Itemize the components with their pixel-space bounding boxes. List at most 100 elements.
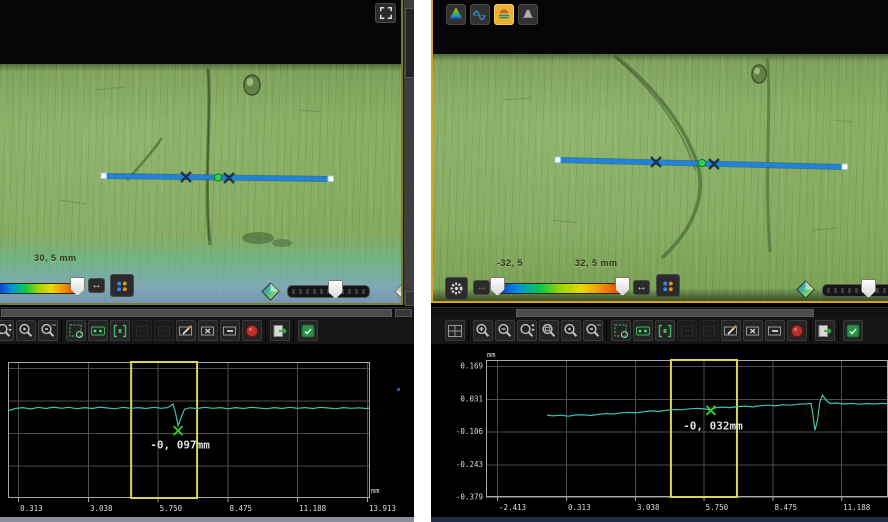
profile-image-button[interactable] <box>88 320 108 341</box>
wave-icon <box>472 5 488 24</box>
toolbar-left <box>0 317 414 345</box>
bell-icon <box>520 5 536 24</box>
region-edit-button[interactable] <box>176 320 196 341</box>
flatten-button[interactable] <box>394 282 403 301</box>
window-edge <box>0 517 414 522</box>
zoom-in-button[interactable] <box>473 320 493 341</box>
toolbar-separator <box>263 319 269 342</box>
line-center-point[interactable] <box>214 174 221 181</box>
profile-chart-right: -2.4130.3133.0385.7508.47511.1880.1690.0… <box>431 345 888 522</box>
fit-range-button[interactable]: ↔ <box>633 280 650 295</box>
expand-icon <box>379 6 393 20</box>
fit-range-button[interactable]: ↔ <box>88 278 105 293</box>
surface-smudge <box>242 232 274 244</box>
toolbar-right <box>431 317 888 345</box>
slider-ticks <box>827 288 888 293</box>
zoom-reset-button[interactable] <box>38 320 58 341</box>
svg-text:8.475: 8.475 <box>775 503 798 512</box>
line-endpoint[interactable] <box>328 176 334 182</box>
inspection-app: 30, 5 mm ↔ <box>0 0 888 522</box>
profile-extract-button[interactable] <box>655 320 675 341</box>
svg-text:-0.379: -0.379 <box>456 493 483 502</box>
svg-text:8.475: 8.475 <box>229 504 252 513</box>
record-button[interactable] <box>787 320 807 341</box>
scan-image-view-left[interactable]: 30, 5 mm ↔ <box>0 0 403 305</box>
measurement-line[interactable] <box>101 172 334 183</box>
axis-unit-label: mm <box>371 487 379 495</box>
height-max-label: 32, 5 mm <box>575 258 618 268</box>
svg-text:11.188: 11.188 <box>299 504 327 513</box>
scan-image-view-right[interactable]: ↔ -32, 5 32, 5 mm ↔ <box>431 0 888 303</box>
scratch-mark <box>614 55 700 258</box>
tilt-correct-button[interactable] <box>261 282 280 301</box>
zoom-region-button[interactable] <box>561 320 581 341</box>
measurement-line[interactable] <box>555 157 848 170</box>
region-delete-button[interactable] <box>198 320 218 341</box>
svg-text:-2.413: -2.413 <box>499 503 526 512</box>
zoom-out-button[interactable] <box>495 320 515 341</box>
measurement-value-label: -0, 032mm <box>683 420 743 433</box>
tool-disabled-2-button[interactable] <box>154 320 174 341</box>
line-endpoint[interactable] <box>555 157 561 163</box>
roi-grid-button[interactable] <box>66 320 86 341</box>
profile-wave-view-button[interactable] <box>470 4 490 25</box>
zoom-pan-button[interactable] <box>0 320 14 341</box>
surface-smudge <box>272 239 292 247</box>
palette-mode-button[interactable] <box>656 274 680 297</box>
region-edit-button[interactable] <box>721 320 741 341</box>
analysis-button[interactable] <box>843 320 863 341</box>
tool-disabled-1-button[interactable] <box>677 320 697 341</box>
tilt-correct-button[interactable] <box>796 280 815 299</box>
layered-profile-view-button[interactable] <box>494 4 514 25</box>
region-delete-button[interactable] <box>743 320 763 341</box>
scan-panel-right: ↔ -32, 5 32, 5 mm ↔ <box>431 0 888 522</box>
line-center-point[interactable] <box>698 159 705 166</box>
zoom-reset-button[interactable] <box>583 320 603 341</box>
line-endpoint[interactable] <box>101 173 107 179</box>
roi-grid-button[interactable] <box>611 320 631 341</box>
fit-range-glyph: ↔ <box>92 281 102 291</box>
expand-view-button[interactable] <box>375 3 396 23</box>
cursor-dot <box>397 388 400 391</box>
tool-disabled-2-button[interactable] <box>699 320 719 341</box>
svg-text:0.169: 0.169 <box>460 361 483 370</box>
axis-unit-label: mm <box>487 351 495 359</box>
palette-mode-button[interactable] <box>110 274 134 297</box>
scan-panel-left: 30, 5 mm ↔ <box>0 0 414 522</box>
scratch-mark <box>616 58 695 170</box>
surface-texture-marks <box>60 87 322 204</box>
layout-grid-button[interactable] <box>445 320 465 341</box>
export-button[interactable] <box>815 320 835 341</box>
toolbar-separator <box>604 319 610 342</box>
toolbar-separator <box>59 319 65 342</box>
profile-extract-button[interactable] <box>110 320 130 341</box>
horizontal-scrollbar-thumb[interactable] <box>1 309 392 317</box>
settings-button[interactable] <box>445 277 468 300</box>
zoom-fit-button[interactable] <box>539 320 559 341</box>
export-button[interactable] <box>270 320 290 341</box>
record-button[interactable] <box>242 320 262 341</box>
layers-icon <box>496 5 512 24</box>
zoom-pan-button[interactable] <box>517 320 537 341</box>
zoom-region-button[interactable] <box>16 320 36 341</box>
region-clear-button[interactable] <box>765 320 785 341</box>
height-colorbar[interactable] <box>0 283 80 294</box>
profile-image-button[interactable] <box>633 320 653 341</box>
toolbar-separator <box>466 319 472 342</box>
surface-pit-highlight <box>754 68 760 75</box>
reset-range-glyph: ↔ <box>477 283 487 293</box>
horizontal-scrollbar-thumb[interactable] <box>516 309 814 317</box>
peak-shape-view-button[interactable] <box>518 4 538 25</box>
surface-pit-highlight <box>247 78 254 86</box>
height-range-label: 30, 5 mm <box>34 253 77 263</box>
height-map-view-button[interactable] <box>446 4 466 25</box>
analysis-button[interactable] <box>298 320 318 341</box>
line-endpoint[interactable] <box>842 164 848 170</box>
reset-range-button[interactable]: ↔ <box>473 280 490 295</box>
region-clear-button[interactable] <box>220 320 240 341</box>
horizontal-scrollbar-endcap[interactable] <box>395 309 412 317</box>
surface-pit <box>752 65 766 83</box>
tool-disabled-1-button[interactable] <box>132 320 152 341</box>
height-colorbar[interactable] <box>495 283 626 294</box>
position-slider[interactable] <box>822 284 888 297</box>
